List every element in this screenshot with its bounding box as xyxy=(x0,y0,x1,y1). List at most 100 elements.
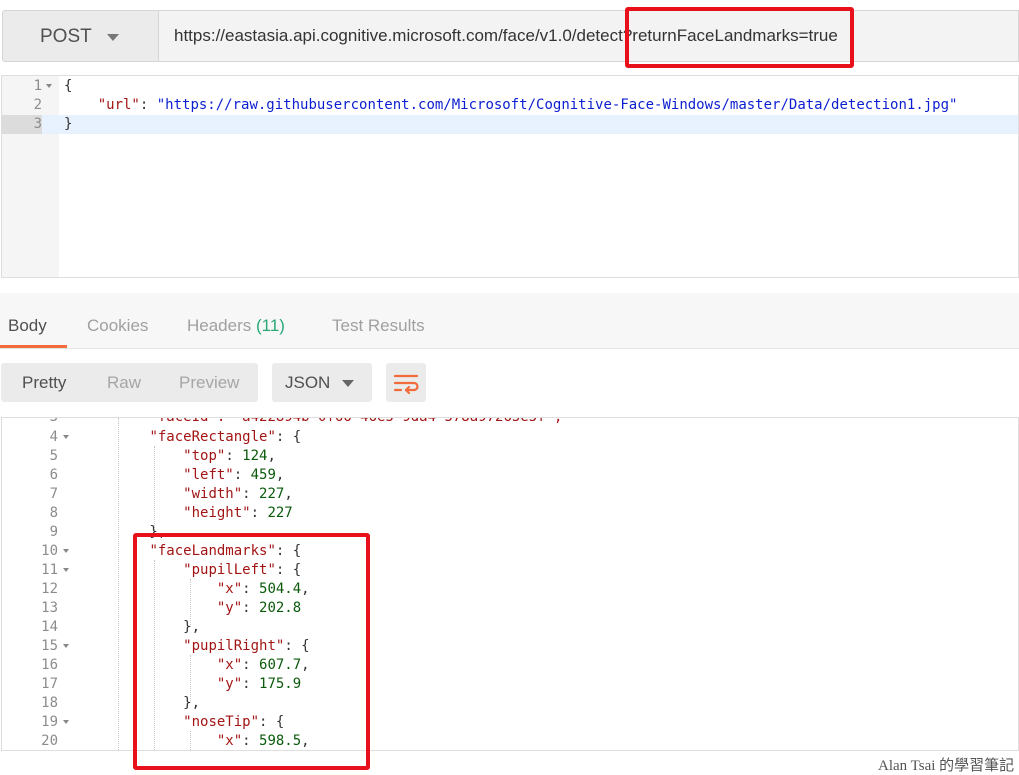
line-number: 1 xyxy=(33,78,42,94)
json-key: "left" xyxy=(183,467,234,483)
json-key: "pupilLeft" xyxy=(183,562,276,578)
json-key: "noseTip" xyxy=(183,714,260,730)
json-number: 227 xyxy=(259,486,285,502)
url-input[interactable] xyxy=(158,10,1019,62)
code-text: }, xyxy=(82,524,167,540)
line-number: 18 xyxy=(41,695,58,711)
code-text: "height": 227 xyxy=(183,505,293,521)
response-line: 14 }, xyxy=(2,618,1018,637)
fold-caret-icon[interactable] xyxy=(63,720,69,724)
response-line: 17 "y": 175.9 xyxy=(2,675,1018,694)
code-text: "pupilLeft": { xyxy=(183,562,302,578)
response-line: 5 "top": 124, xyxy=(2,447,1018,466)
raw-button[interactable]: Raw xyxy=(107,373,141,393)
json-number: 598.5 xyxy=(259,733,302,749)
line-number: 13 xyxy=(41,600,58,616)
response-line: 16 "x": 607.7, xyxy=(2,656,1018,675)
fold-caret-icon[interactable] xyxy=(63,435,69,439)
chevron-down-icon xyxy=(107,34,119,41)
json-key: "faceLandmarks" xyxy=(149,543,276,559)
json-key: "faceId": "a422894b-0f66-46e5-9da4-578a9… xyxy=(149,417,563,425)
line-number: 19 xyxy=(41,714,58,730)
line-number: 12 xyxy=(41,581,58,597)
code-text: "left": 459, xyxy=(183,467,285,483)
response-body-viewer[interactable]: 3 "faceId": "a422894b-0f66-46e5-9da4-578… xyxy=(1,417,1019,751)
format-label: JSON xyxy=(285,373,331,392)
pretty-button[interactable]: Pretty xyxy=(22,373,66,393)
watermark: Alan Tsai 的學習筆記 xyxy=(878,758,1015,774)
code-text: "y": 202.8 xyxy=(216,600,302,616)
line-number: 16 xyxy=(41,657,58,673)
method-dropdown[interactable]: POST xyxy=(2,10,158,62)
line-number: 5 xyxy=(49,448,58,464)
wrap-lines-button[interactable] xyxy=(386,363,426,402)
code-text: "top": 124, xyxy=(183,448,276,464)
code-text: "url": "https://raw.githubusercontent.co… xyxy=(97,97,958,113)
line-number: 3 xyxy=(2,115,42,134)
response-line: 19 "noseTip": { xyxy=(2,713,1018,732)
line-number: 11 xyxy=(41,562,58,578)
code-text: "faceId": "a422894b-0f66-46e5-9da4-578a9… xyxy=(82,417,563,427)
editor-line: 2 "url": "https://raw.githubusercontent.… xyxy=(2,96,1018,115)
response-tabs: Body Cookies Headers (11) Test Results xyxy=(0,293,1019,349)
response-line: 15 "pupilRight": { xyxy=(2,637,1018,656)
code-text: "width": 227, xyxy=(183,486,293,502)
tab-test-results[interactable]: Test Results xyxy=(332,316,425,336)
line-number: 17 xyxy=(41,676,58,692)
wrap-lines-icon xyxy=(393,374,419,395)
json-number: 459 xyxy=(250,467,276,483)
headers-count-badge: (11) xyxy=(256,316,285,335)
json-key: "x" xyxy=(216,657,243,673)
code-text: "x": 607.7, xyxy=(216,657,310,673)
editor-line-active: 3 } xyxy=(2,115,1018,134)
tab-cookies[interactable]: Cookies xyxy=(87,316,148,336)
fold-caret-icon[interactable] xyxy=(46,84,52,88)
response-line: 9 }, xyxy=(2,523,1018,542)
line-number: 14 xyxy=(41,619,58,635)
json-key: "y" xyxy=(216,600,243,616)
response-line: 7 "width": 227, xyxy=(2,485,1018,504)
code-text: }, xyxy=(82,695,201,711)
response-line: 6 "left": 459, xyxy=(2,466,1018,485)
response-line: 12 "x": 504.4, xyxy=(2,580,1018,599)
line-number: 8 xyxy=(49,505,58,521)
fold-caret-icon[interactable] xyxy=(63,549,69,553)
line-number: 10 xyxy=(41,543,58,559)
response-line: 3 "faceId": "a422894b-0f66-46e5-9da4-578… xyxy=(2,417,1018,427)
json-key: "x" xyxy=(216,581,243,597)
code-text: "x": 504.4, xyxy=(216,581,310,597)
response-line: 11 "pupilLeft": { xyxy=(2,561,1018,580)
line-number: 2 xyxy=(33,97,42,113)
line-number: 3 xyxy=(49,417,58,425)
code-text: "faceLandmarks": { xyxy=(149,543,302,559)
code-text: "faceRectangle": { xyxy=(149,429,302,445)
line-number: 20 xyxy=(41,733,58,749)
fold-caret-icon[interactable] xyxy=(63,644,69,648)
line-number: 7 xyxy=(49,486,58,502)
code-text: }, xyxy=(82,619,201,635)
preview-button[interactable]: Preview xyxy=(179,373,239,393)
tab-body[interactable]: Body xyxy=(8,316,47,336)
response-line: 10 "faceLandmarks": { xyxy=(2,542,1018,561)
json-number: 607.7 xyxy=(259,657,302,673)
format-dropdown[interactable]: JSON xyxy=(272,363,372,402)
json-key: "pupilRight" xyxy=(183,638,285,654)
json-number: 504.4 xyxy=(259,581,302,597)
response-line: 20 "x": 598.5, xyxy=(2,732,1018,750)
fold-caret-icon[interactable] xyxy=(63,568,69,572)
request-body-editor[interactable]: 1 { 2 "url": "https://raw.githubusercont… xyxy=(1,75,1019,278)
code-text: "y": 175.9 xyxy=(216,676,302,692)
json-string: "https://raw.githubusercontent.com/Micro… xyxy=(156,97,958,113)
tab-headers[interactable]: Headers (11) xyxy=(187,316,285,336)
response-line: 18 }, xyxy=(2,694,1018,713)
line-number: 15 xyxy=(41,638,58,654)
active-tab-underline xyxy=(0,345,67,348)
tab-headers-label: Headers xyxy=(187,316,252,335)
code-text: "noseTip": { xyxy=(183,714,285,730)
json-key: "url" xyxy=(97,97,140,113)
json-number: 227 xyxy=(267,505,293,521)
view-mode-group: Pretty Raw Preview xyxy=(1,363,258,402)
json-number: 124 xyxy=(242,448,268,464)
response-line: 8 "height": 227 xyxy=(2,504,1018,523)
json-key: "x" xyxy=(216,733,243,749)
